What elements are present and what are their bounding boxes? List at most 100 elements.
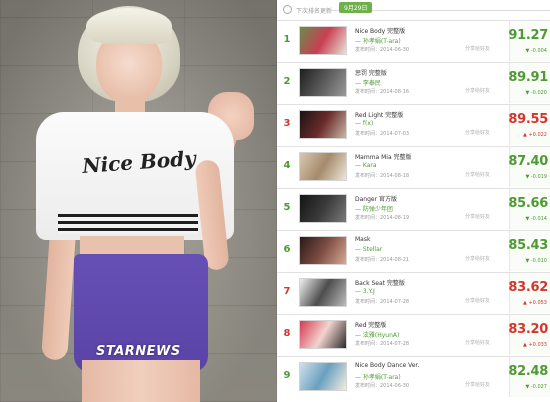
song-title[interactable]: Nice Body 完整版 xyxy=(355,26,405,35)
album-thumbnail[interactable] xyxy=(299,320,347,349)
share-link[interactable]: 分享给好友 xyxy=(465,213,490,220)
score-value: 85.66 xyxy=(508,196,548,211)
song-title[interactable]: Back Seat 完整版 xyxy=(355,278,405,287)
release-date: 发布时间：2014-08-18 xyxy=(355,173,410,179)
release-date: 发布时间：2014-08-19 xyxy=(355,215,410,221)
chart-row[interactable]: 3 Red Light 完整版 — f(x) 发布时间：2014-07-03 分享给好友… xyxy=(277,104,550,145)
chart-row[interactable]: 9 Nice Body Dance Ver. — 孙孝娟(T-ara) 发布时间：20… xyxy=(277,356,550,397)
next-update-label: 下次排名更新 xyxy=(296,8,333,15)
score-change: ▼ -0.010 xyxy=(525,258,547,264)
score-value: 89.55 xyxy=(508,112,548,127)
artist-name[interactable]: — 3.Y.J xyxy=(355,288,375,295)
artist-name[interactable]: — 孙孝娟(T-ara) xyxy=(355,372,401,381)
score-box: 89.55 ▲ +0.022 xyxy=(508,105,550,145)
rank-number: 2 xyxy=(283,76,291,87)
rank-number: 1 xyxy=(283,34,291,45)
hair-fringe xyxy=(86,8,172,44)
music-chart-panel: 下次排名更新 9月29日 1 Nice Body 完整版 — 孙孝娟(T-ara) 发… xyxy=(277,0,550,402)
chart-row[interactable]: 6 Mask — Stellar 发布时间：2014-08-21 分享给好友 85.43 ▼… xyxy=(277,230,550,271)
album-thumbnail[interactable] xyxy=(299,194,347,223)
score-change: ▼ -0.020 xyxy=(525,90,547,96)
score-change: ▲ +0.053 xyxy=(523,300,547,306)
chart-row[interactable]: 2 惩罚 完整版 — 李泰民发布时间：2014-08-16 分享给好友 89.91 ▼ -… xyxy=(277,62,550,103)
artist-photo: Nice Body STARNEWS xyxy=(0,0,277,402)
share-link[interactable]: 分享给好友 xyxy=(465,87,490,94)
rank-number: 6 xyxy=(283,244,291,255)
score-value: 89.91 xyxy=(508,70,548,85)
chart-row[interactable]: 1 Nice Body 完整版 — 孙孝娟(T-ara) 发布时间：2014-06-3… xyxy=(277,20,550,61)
score-box: 83.20 ▲ +0.033 xyxy=(508,315,550,355)
song-title[interactable]: Red 完整版 xyxy=(355,320,386,329)
score-box: 87.40 ▼ -0.019 xyxy=(508,147,550,187)
score-change: ▲ +0.033 xyxy=(523,342,547,348)
share-link[interactable]: 分享给好友 xyxy=(465,297,490,304)
song-title[interactable]: Mamma Mia 完整版 xyxy=(355,152,412,161)
album-thumbnail[interactable] xyxy=(299,110,347,139)
score-change: ▼ -0.019 xyxy=(525,174,547,180)
score-change: ▼ -0.027 xyxy=(525,384,547,390)
score-box: 89.91 ▼ -0.020 xyxy=(508,63,550,103)
artist-name[interactable]: — 李泰民 xyxy=(355,78,381,87)
score-value: 91.27 xyxy=(508,28,548,43)
chart-update-bar: 下次排名更新 9月29日 xyxy=(277,0,550,20)
shirt-stripes xyxy=(58,214,198,234)
time-slider-tag[interactable]: 9月29日 xyxy=(339,2,373,13)
chart-row[interactable]: 5 Danger 官方版 — 防弹少年团发布时间：2014-08-19 分享给好友 85… xyxy=(277,188,550,229)
share-link[interactable]: 分享给好友 xyxy=(465,339,490,346)
score-change: ▼ -0.004 xyxy=(525,48,547,54)
chart-row[interactable]: 4 Mamma Mia 完整版 — Kara 发布时间：2014-08-18 分享给好友… xyxy=(277,146,550,187)
artist-name[interactable]: — Stellar xyxy=(355,246,382,253)
share-link[interactable]: 分享给好友 xyxy=(465,171,490,178)
score-box: 83.62 ▲ +0.053 xyxy=(508,273,550,313)
score-value: 87.40 xyxy=(508,154,548,169)
song-title[interactable]: Nice Body Dance Ver. xyxy=(355,362,419,369)
artist-name[interactable]: — f(x) xyxy=(355,120,373,127)
clock-icon xyxy=(283,5,292,14)
share-link[interactable]: 分享给好友 xyxy=(465,255,490,262)
score-value: 83.62 xyxy=(508,280,548,295)
artist-name[interactable]: — Kara xyxy=(355,162,377,169)
album-thumbnail[interactable] xyxy=(299,26,347,55)
song-title[interactable]: 惩罚 完整版 xyxy=(355,68,387,77)
album-thumbnail[interactable] xyxy=(299,152,347,181)
artist-name[interactable]: — 防弹少年团 xyxy=(355,204,393,213)
score-value: 85.43 xyxy=(508,238,548,253)
chart-row[interactable]: 8 Red 完整版 — 泫雅(HyunA) 发布时间：2014-07-28 分享给好友 8… xyxy=(277,314,550,355)
release-date: 发布时间：2014-07-03 xyxy=(355,131,410,137)
score-box: 85.66 ▼ -0.014 xyxy=(508,189,550,229)
score-change: ▼ -0.014 xyxy=(525,216,547,222)
score-box: 82.48 ▼ -0.027 xyxy=(508,357,550,397)
share-link[interactable]: 分享给好友 xyxy=(465,45,490,52)
album-thumbnail[interactable] xyxy=(299,236,347,265)
rank-number: 8 xyxy=(283,328,291,339)
starnews-watermark: STARNEWS xyxy=(96,344,181,359)
album-thumbnail[interactable] xyxy=(299,362,347,391)
release-date: 发布时间：2014-07-28 xyxy=(355,299,410,305)
release-date: 发布时间：2014-06-30 xyxy=(355,47,410,53)
rank-number: 5 xyxy=(283,202,291,213)
score-value: 82.48 xyxy=(508,364,548,379)
song-title[interactable]: Red Light 完整版 xyxy=(355,110,403,119)
legs xyxy=(82,360,200,402)
artist-name[interactable]: — 泫雅(HyunA) xyxy=(355,330,399,339)
rank-number: 3 xyxy=(283,118,291,129)
share-link[interactable]: 分享给好友 xyxy=(465,129,490,136)
song-title[interactable]: Mask xyxy=(355,236,370,243)
share-link[interactable]: 分享给好友 xyxy=(465,381,490,388)
rank-number: 9 xyxy=(283,370,291,381)
album-thumbnail[interactable] xyxy=(299,68,347,97)
rank-number: 4 xyxy=(283,160,291,171)
song-title[interactable]: Danger 官方版 xyxy=(355,194,397,203)
score-box: 85.43 ▼ -0.010 xyxy=(508,231,550,271)
score-value: 83.20 xyxy=(508,322,548,337)
release-date: 发布时间：2014-08-21 xyxy=(355,257,410,263)
release-date: 发布时间：2014-07-28 xyxy=(355,341,410,347)
rank-number: 7 xyxy=(283,286,291,297)
score-box: 91.27 ▼ -0.004 xyxy=(508,21,550,61)
chart-row[interactable]: 7 Back Seat 完整版 — 3.Y.J 发布时间：2014-07-28 分享给好… xyxy=(277,272,550,313)
release-date: 发布时间：2014-06-30 xyxy=(355,383,410,389)
release-date: 发布时间：2014-08-16 xyxy=(355,89,410,95)
score-change: ▲ +0.022 xyxy=(523,132,547,138)
album-thumbnail[interactable] xyxy=(299,278,347,307)
artist-name[interactable]: — 孙孝娟(T-ara) xyxy=(355,36,401,45)
